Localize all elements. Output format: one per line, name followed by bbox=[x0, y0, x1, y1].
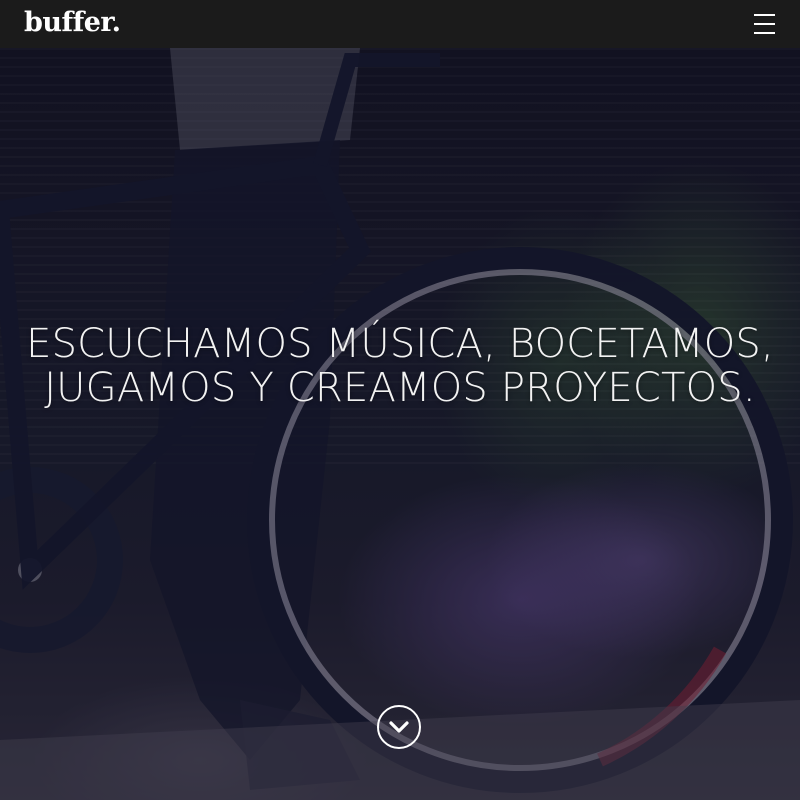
hamburger-menu-icon[interactable] bbox=[754, 14, 778, 34]
hero-headline-line-1: ESCUCHAMOS MÚSICA, BOCETAMOS, bbox=[26, 321, 774, 367]
menu-bar-top bbox=[754, 14, 775, 16]
hero-headline: ESCUCHAMOS MÚSICA, BOCETAMOS, JUGAMOS Y … bbox=[0, 322, 800, 410]
scroll-down-button[interactable] bbox=[377, 705, 421, 749]
chevron-down-icon bbox=[389, 721, 409, 733]
menu-bar-middle bbox=[754, 23, 775, 25]
top-navbar: buffer. bbox=[0, 0, 800, 48]
buffer-logo[interactable]: buffer. bbox=[24, 9, 121, 36]
menu-bar-bottom bbox=[754, 32, 775, 34]
page: buffer. ESCUCHAMOS MÚSICA, BOCETAMOS, JU… bbox=[0, 0, 800, 800]
hero-headline-line-2: JUGAMOS Y CREAMOS PROYECTOS. bbox=[44, 365, 756, 411]
